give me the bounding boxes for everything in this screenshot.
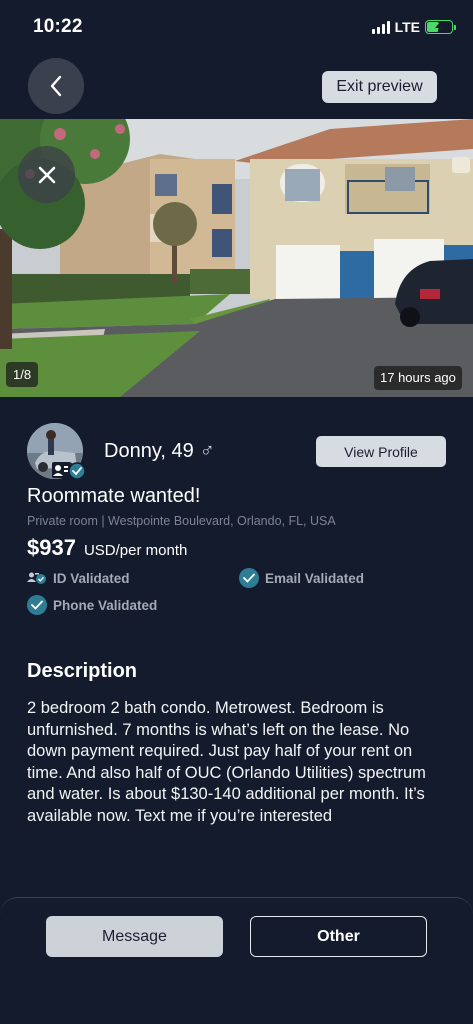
close-icon (38, 166, 55, 183)
verified-badge-icon (52, 460, 86, 480)
id-card-icon (27, 572, 46, 584)
phone-validated-label: Phone Validated (53, 597, 158, 613)
chevron-left-icon (50, 75, 62, 97)
male-gender-icon: ♂ (199, 440, 215, 462)
price: $937 (27, 535, 76, 560)
exit-preview-button[interactable]: Exit preview (322, 71, 437, 103)
signal-icon (371, 20, 390, 34)
profile-name-label: Donny, 49 (104, 440, 194, 462)
photo-counter: 1/8 (6, 362, 39, 387)
check-icon (27, 595, 47, 615)
phone-validated: Phone Validated (27, 595, 157, 615)
id-validated-label: ID Validated (53, 570, 130, 586)
battery-icon (425, 20, 456, 34)
listing-location: Private room | Westpointe Boulevard, Orl… (27, 514, 336, 528)
back-button[interactable] (28, 58, 84, 114)
view-profile-button[interactable]: View Profile (316, 436, 446, 467)
status-indicators: LTE (371, 19, 456, 35)
home-indicator-area (0, 987, 473, 1024)
listing-title: Roommate wanted! (27, 485, 201, 507)
id-validated: ID Validated (27, 570, 130, 586)
email-validated-label: Email Validated (265, 570, 365, 586)
message-button[interactable]: Message (46, 916, 223, 957)
description-body: 2 bedroom 2 bath condo. Metrowest. Bedro… (27, 699, 426, 825)
description-heading: Description (27, 660, 138, 682)
posted-time-badge: 17 hours ago (374, 366, 462, 390)
status-bar: 10:22 LTE (0, 0, 473, 56)
price-unit: USD/per month (83, 542, 188, 559)
check-icon (239, 568, 259, 588)
price-row: $937 USD/per month (27, 535, 187, 561)
other-button[interactable]: Other (250, 916, 427, 957)
email-validated: Email Validated (239, 568, 364, 588)
network-label: LTE (394, 19, 420, 35)
close-photo-button[interactable] (18, 146, 75, 203)
profile-name: Donny, 49 ♂ (104, 440, 215, 463)
status-time: 10:22 (33, 16, 83, 37)
